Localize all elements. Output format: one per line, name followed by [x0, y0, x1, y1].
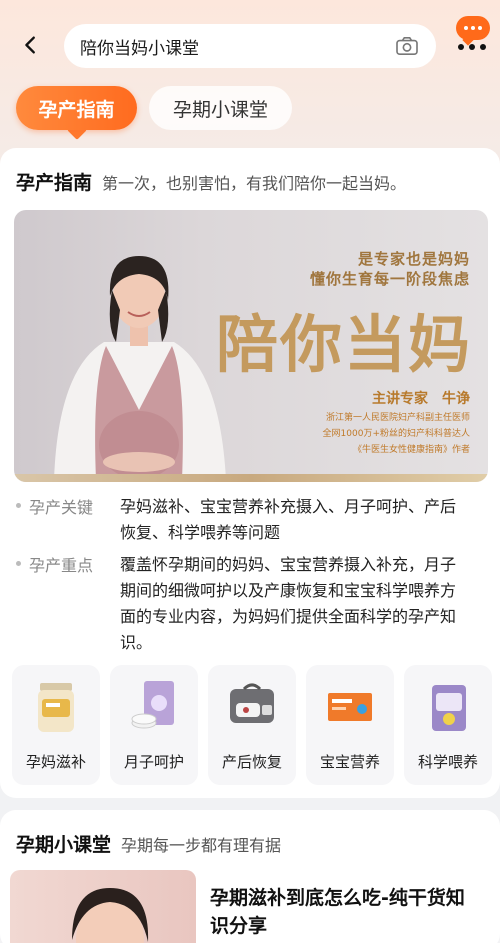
camera-icon[interactable] [394, 35, 420, 57]
guide-card: 孕产指南 第一次，也别害怕，有我们陪你一起当妈。 是专家也是妈妈 懂你生育每一阶… [0, 148, 500, 798]
guide-header: 孕产指南 第一次，也别害怕，有我们陪你一起当妈。 [16, 168, 406, 195]
milk-powder-can-icon [38, 683, 74, 732]
info-label: 孕产关键 [29, 498, 94, 517]
expert-portrait [54, 256, 226, 480]
message-bubble-icon [456, 16, 490, 40]
guide-subtitle: 第一次，也别害怕，有我们陪你一起当妈。 [102, 174, 407, 193]
category-label: 科学喂养 [417, 753, 478, 771]
banner-title: 陪你当妈 [215, 308, 472, 381]
top-bar: 陪你当妈小课堂 [0, 0, 500, 78]
category-baby-nutrition[interactable]: 宝宝营养 [306, 665, 394, 785]
category-postpartum-recovery[interactable]: 产后恢复 [208, 665, 296, 785]
diaper-pack-icon [432, 685, 466, 731]
category-label: 宝宝营养 [319, 753, 380, 771]
info-text: 覆盖怀孕期间的妈妈、宝宝营养摄入补充，月子期间的细微呵护以及产康恢复和宝宝科学喂… [120, 555, 457, 652]
more-icon [454, 44, 490, 52]
tab-pregnancy-classroom[interactable]: 孕期小课堂 [149, 86, 292, 130]
category-label: 产后恢复 [221, 753, 282, 771]
classroom-header: 孕期小课堂 孕期每一步都有理有据 [16, 830, 281, 857]
nutrition-box-icon [328, 693, 372, 721]
category-scientific-feeding[interactable]: 科学喂养 [404, 665, 492, 785]
classroom-card: 孕期小课堂 孕期每一步都有理有据 孕期滋补到底怎么吃-纯干货知识分享 [0, 810, 500, 943]
lesson-thumbnail[interactable] [10, 870, 196, 943]
banner-bottom-strip [14, 474, 488, 482]
maternity-pads-icon [131, 681, 174, 729]
bullet-icon [16, 503, 21, 508]
category-label: 孕妈滋补 [25, 753, 86, 771]
category-list: 孕妈滋补 月子呵护 产后恢复 宝宝营养 科学喂养 [12, 665, 492, 785]
category-maternal-nutrition[interactable]: 孕妈滋补 [12, 665, 100, 785]
lesson-presenter-image [72, 888, 149, 943]
info-label: 孕产重点 [29, 556, 94, 575]
back-button[interactable] [14, 26, 48, 64]
category-postpartum-care[interactable]: 月子呵护 [110, 665, 198, 785]
lesson-title[interactable]: 孕期滋补到底怎么吃-纯干货知识分享 [210, 884, 480, 940]
banner-credential-2: 全网1000万+粉丝的妇产科科普达人 [322, 429, 470, 439]
info-text: 孕妈滋补、宝宝营养补充摄入、月子呵护、产后恢复、科学喂养等问题 [120, 497, 457, 542]
recovery-device-icon [230, 683, 274, 723]
banner-credential-3: 《牛医生女性健康指南》作者 [352, 445, 470, 455]
search-input[interactable]: 陪你当妈小课堂 [80, 34, 394, 59]
banner-expert: 主讲专家 牛诤 [372, 391, 470, 407]
banner-tagline-1: 是专家也是妈妈 [357, 250, 470, 268]
bullet-icon [16, 561, 21, 566]
more-button[interactable] [452, 14, 492, 54]
guide-banner[interactable]: 是专家也是妈妈 懂你生育每一阶段焦虑 陪你当妈 主讲专家 牛诤 浙江第一人民医院… [14, 210, 488, 482]
tab-pregnancy-guide[interactable]: 孕产指南 [16, 86, 137, 130]
info-row-focus: 孕产重点 覆盖怀孕期间的妈妈、宝宝营养摄入补充，月子期间的细微呵护以及产康恢复和… [16, 552, 470, 656]
banner-tagline-2: 懂你生育每一阶段焦虑 [309, 270, 470, 288]
classroom-subtitle: 孕期每一步都有理有据 [121, 836, 282, 855]
banner-credential-1: 浙江第一人民医院妇产科副主任医师 [325, 413, 470, 423]
category-label: 月子呵护 [123, 753, 184, 771]
classroom-title: 孕期小课堂 [16, 834, 112, 856]
guide-title: 孕产指南 [16, 172, 93, 194]
back-arrow-icon [25, 36, 35, 54]
search-box[interactable]: 陪你当妈小课堂 [64, 24, 436, 68]
info-row-key: 孕产关键 孕妈滋补、宝宝营养补充摄入、月子呵护、产后恢复、科学喂养等问题 [16, 494, 470, 546]
